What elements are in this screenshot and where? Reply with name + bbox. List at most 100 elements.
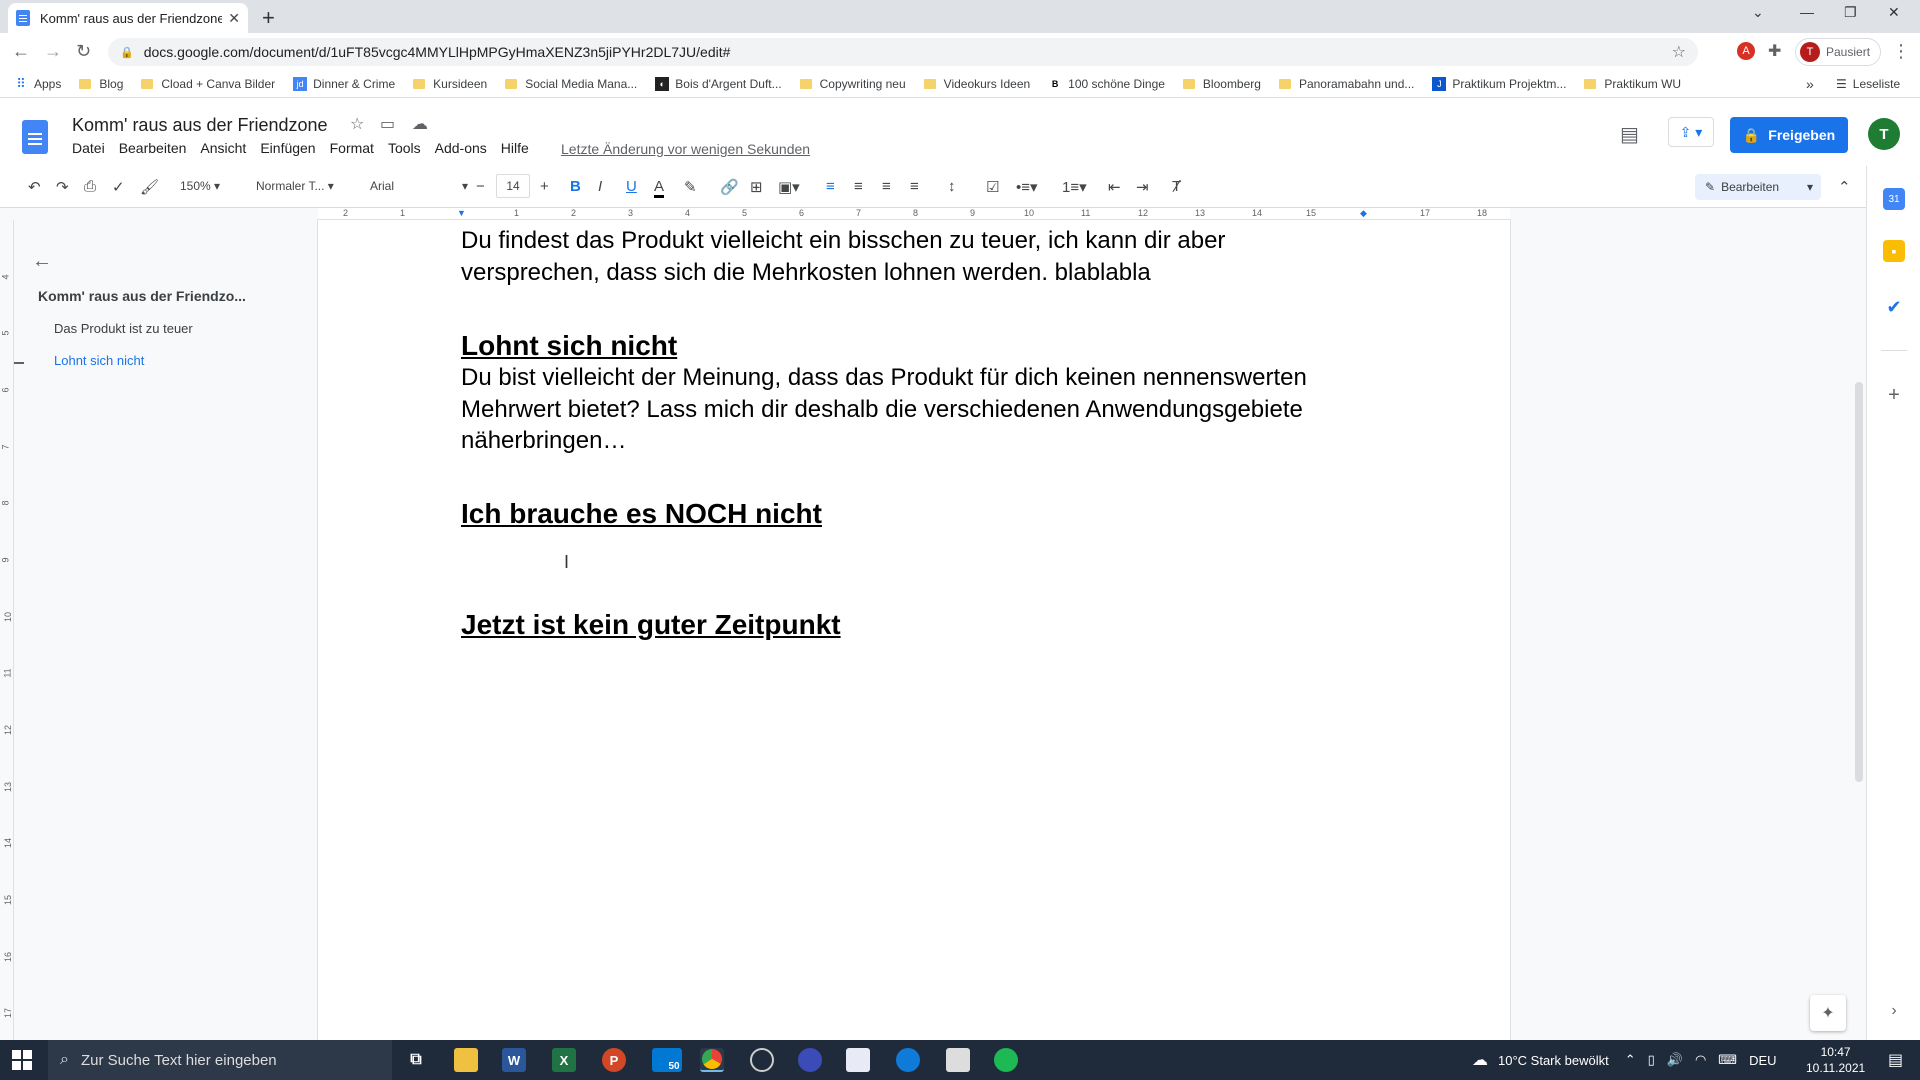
style-select[interactable]: Normaler T... ▾ [256,179,334,193]
checklist-icon[interactable]: ☑ [986,178,999,196]
obs-icon[interactable] [750,1048,774,1072]
keyboard-icon[interactable]: ⌨ [1718,1052,1737,1068]
indent-marker-icon[interactable]: ▼ [457,208,466,218]
bookmark-kursideen[interactable]: Kursideen [413,77,487,91]
heading-noch-nicht[interactable]: Ich brauche es NOCH nicht [461,498,822,530]
minimize-button[interactable]: — [1800,4,1814,20]
bookmark-social[interactable]: Social Media Mana... [505,77,637,91]
zoom-select[interactable]: 150% ▾ [180,179,220,193]
weather-text[interactable]: 10°C Stark bewölkt [1498,1053,1609,1068]
volume-icon[interactable]: 🔊 [1667,1052,1683,1068]
tasks-icon[interactable]: ✔ [1883,296,1905,318]
bookmark-videokurs[interactable]: Videokurs Ideen [923,77,1030,91]
clock[interactable]: 10:47 10.11.2021 [1806,1044,1865,1076]
print-icon[interactable]: ⎙ [84,178,96,195]
align-right-icon[interactable]: ≡ [882,178,891,195]
browser-menu-icon[interactable]: ⋮ [1892,41,1910,62]
file-explorer-icon[interactable] [454,1048,478,1072]
increase-indent-icon[interactable]: ⇥ [1136,178,1149,196]
decrease-font-size-icon[interactable]: − [476,178,485,195]
keep-icon[interactable]: ▪ [1883,240,1905,262]
bookmark-panoramabahn[interactable]: Panoramabahn und... [1278,77,1414,91]
menu-einfuegen[interactable]: Einfügen [260,140,315,156]
reading-list[interactable]: ☰ Leseliste [1836,77,1900,91]
calendar-icon[interactable]: 31 [1883,188,1905,210]
spellcheck-icon[interactable]: ✓ [112,178,125,196]
paragraph-zu-teuer[interactable]: Du findest das Produkt vielleicht ein bi… [461,225,1341,288]
edge-icon[interactable] [896,1048,920,1072]
align-center-icon[interactable]: ≡ [854,178,863,195]
heading-kein-guter-zeitpunkt[interactable]: Jetzt ist kein guter Zeitpunkt [461,609,841,641]
menu-addons[interactable]: Add-ons [435,140,487,156]
numbered-list-icon[interactable]: 1≡▾ [1062,178,1087,196]
star-icon[interactable]: ☆ [350,114,364,134]
address-bar[interactable]: 🔒 docs.google.com/document/d/1uFT85vcgc4… [108,38,1698,66]
bookmark-dinner[interactable]: jd Dinner & Crime [293,77,395,91]
expand-panel-chevron-icon[interactable]: › [1883,1000,1905,1022]
outline-title[interactable]: Komm' raus aus der Friendzo... [38,288,278,304]
bookmark-copywriting[interactable]: Copywriting neu [799,77,906,91]
browser-tab[interactable]: Komm' raus aus der Friendzone ✕ [8,3,248,33]
add-addon-icon[interactable]: + [1883,384,1905,406]
bookmark-star-icon[interactable]: ☆ [1672,42,1686,62]
highlight-icon[interactable]: ✎ [684,178,697,196]
close-window-button[interactable]: ✕ [1888,4,1900,21]
menu-ansicht[interactable]: Ansicht [200,140,246,156]
text-color-icon[interactable]: A [654,178,665,198]
menu-tools[interactable]: Tools [388,140,421,156]
bookmark-bois[interactable]: ◐ Bois d'Argent Duft... [655,77,782,91]
spotify-icon[interactable] [994,1048,1018,1072]
right-indent-marker-icon[interactable]: ◆ [1360,208,1367,219]
editing-mode-select[interactable]: ✎ Bearbeiten ▾ [1695,174,1821,200]
align-justify-icon[interactable]: ≡ [910,178,919,195]
battery-icon[interactable]: ▯ [1648,1052,1655,1068]
document-page[interactable]: Du findest das Produkt vielleicht ein bi… [318,220,1510,1040]
paragraph-lohnt-sich-nicht[interactable]: Du bist vielleicht der Meinung, dass das… [461,362,1341,457]
document-scrollbar[interactable] [1853,220,1866,1040]
comment-history-icon[interactable]: ▤ [1620,122,1639,147]
paint-format-icon[interactable]: 🖌 [140,178,159,196]
docs-logo-icon[interactable] [22,120,48,154]
bold-icon[interactable]: B [570,178,581,195]
close-tab-icon[interactable]: ✕ [228,10,240,27]
user-avatar[interactable]: T [1868,118,1900,150]
explore-button[interactable]: ✦ [1810,995,1846,1031]
redo-icon[interactable]: ↷ [56,178,69,196]
show-hidden-icons-icon[interactable]: ⌃ [1625,1052,1636,1068]
chrome-icon[interactable] [700,1048,724,1072]
document-title[interactable]: Komm' raus aus der Friendzone [72,115,328,136]
mail-icon[interactable]: 50 [652,1048,682,1072]
move-folder-icon[interactable]: ▭ [380,114,395,134]
present-button[interactable]: ⇪ ▾ [1668,117,1714,147]
restore-button[interactable]: ❐ [1844,4,1857,21]
word-icon[interactable]: W [502,1048,526,1072]
new-tab-button[interactable]: + [262,5,275,31]
bookmark-praktikum-projekt[interactable]: J Praktikum Projektm... [1432,77,1566,91]
outline-item-produkt-teuer[interactable]: Das Produkt ist zu teuer [54,321,193,336]
underline-icon[interactable]: U [626,178,637,195]
hide-menus-chevron-icon[interactable]: ⌃ [1838,178,1851,196]
bookmark-bloomberg[interactable]: Bloomberg [1182,77,1261,91]
wifi-icon[interactable]: ◠ [1695,1052,1706,1068]
outline-item-lohnt-sich-nicht[interactable]: Lohnt sich nicht [54,353,144,368]
menu-datei[interactable]: Datei [72,140,105,156]
undo-icon[interactable]: ↶ [28,178,41,196]
reload-icon[interactable]: ↻ [76,41,91,62]
notepad-icon[interactable] [946,1048,970,1072]
italic-icon[interactable]: I [598,178,602,195]
heading-lohnt-sich-nicht[interactable]: Lohnt sich nicht [461,330,677,362]
menu-hilfe[interactable]: Hilfe [501,140,529,156]
menu-bearbeiten[interactable]: Bearbeiten [119,140,187,156]
bookmark-apps[interactable]: ⠿ Apps [14,76,61,91]
menu-format[interactable]: Format [330,140,374,156]
scrollbar-thumb[interactable] [1855,382,1863,782]
powerpoint-icon[interactable]: P [602,1048,626,1072]
share-button[interactable]: 🔒 Freigeben [1730,117,1848,153]
task-view-icon[interactable]: ⧉ [404,1048,428,1072]
back-arrow-icon[interactable]: ← [12,41,30,62]
line-spacing-icon[interactable]: ↕ [948,178,956,195]
paint-icon[interactable] [846,1048,870,1072]
app-icon[interactable] [798,1048,822,1072]
extensions-puzzle-icon[interactable]: ✚ [1768,41,1781,61]
windows-start-icon[interactable] [12,1050,32,1070]
